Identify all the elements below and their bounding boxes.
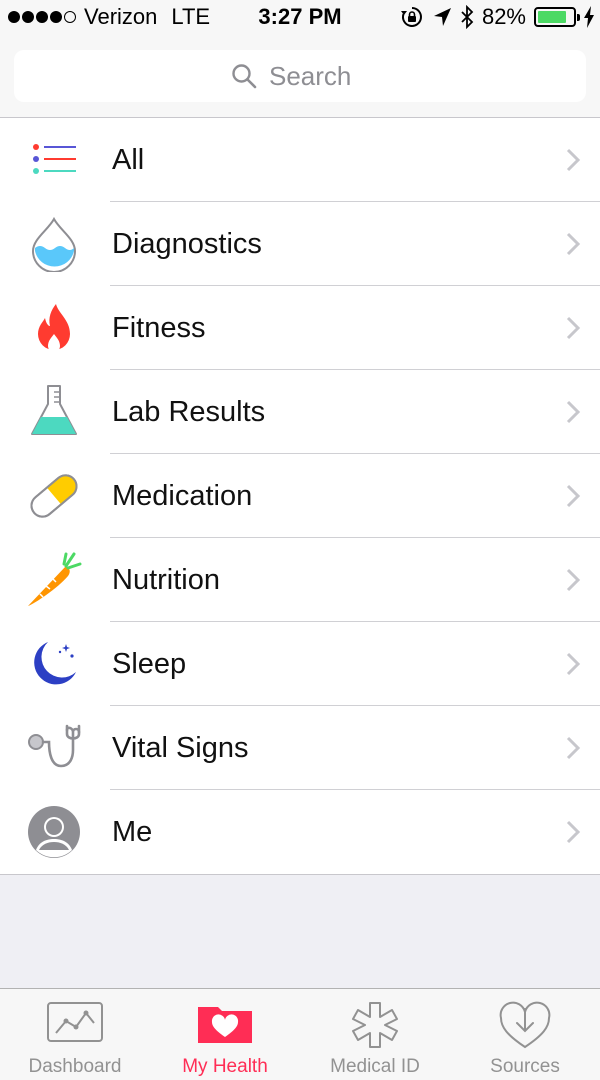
list-item-label: Medication	[112, 479, 253, 512]
chevron-right-icon	[566, 820, 581, 844]
tab-label: Sources	[490, 1056, 560, 1077]
location-icon	[433, 8, 451, 26]
chevron-right-icon	[566, 148, 581, 172]
chevron-right-icon	[566, 652, 581, 676]
flame-icon	[38, 304, 70, 352]
tab-label: Medical ID	[330, 1056, 420, 1077]
list-item-diagnostics[interactable]: Diagnostics	[0, 202, 600, 286]
search-box[interactable]	[14, 50, 586, 102]
search-icon	[232, 64, 257, 89]
rotation-lock-icon	[400, 7, 422, 27]
list-item-lab-results[interactable]: Lab Results	[0, 370, 600, 454]
status-right: 82%	[400, 4, 594, 30]
chevron-right-icon	[566, 232, 581, 256]
stethoscope-icon	[28, 724, 81, 768]
list-item-label: Sleep	[112, 647, 187, 680]
list-item-fitness[interactable]: Fitness	[0, 286, 600, 370]
list-item-vital-signs[interactable]: Vital Signs	[0, 706, 600, 790]
download-heart-icon	[499, 1001, 551, 1049]
tab-label: My Health	[182, 1056, 268, 1077]
chevron-right-icon	[566, 736, 581, 760]
moon-icon	[34, 642, 76, 685]
tab-sources[interactable]: Sources	[450, 989, 600, 1080]
list-item-label: Nutrition	[112, 563, 220, 596]
chevron-right-icon	[566, 316, 581, 340]
person-icon	[28, 806, 80, 858]
list-item-label: All	[112, 143, 145, 176]
list-item-sleep[interactable]: Sleep	[0, 622, 600, 706]
status-bar: Verizon LTE 3:27 PM 82%	[0, 0, 600, 34]
heart-folder-icon	[198, 1007, 252, 1043]
chevron-right-icon	[566, 400, 581, 424]
health-categories-list: All Diagnostics Fitness Lab Results Medi…	[0, 118, 600, 875]
asterisk-icon	[352, 1002, 398, 1048]
search-bar-area	[0, 34, 600, 118]
battery-icon	[534, 7, 580, 27]
list-item-me[interactable]: Me	[0, 790, 600, 874]
battery-percent: 82%	[481, 4, 526, 29]
charging-bolt-icon	[584, 6, 594, 28]
bluetooth-icon	[461, 5, 474, 29]
list-item-medication[interactable]: Medication	[0, 454, 600, 538]
carrot-icon	[28, 552, 82, 606]
flask-icon	[31, 385, 77, 435]
water-drop-icon	[31, 216, 77, 272]
chart-icon	[47, 1002, 103, 1042]
list-item-label: Diagnostics	[112, 227, 262, 260]
battery-fill	[538, 11, 566, 23]
health-app-screen: Verizon LTE 3:27 PM 82% Search All Diagn…	[0, 0, 600, 1080]
pill-icon	[30, 474, 78, 518]
tab-my-health[interactable]: My Health	[150, 989, 300, 1080]
tab-medical-id[interactable]: Medical ID	[300, 989, 450, 1080]
list-item-label: Lab Results	[112, 395, 266, 428]
tab-dashboard[interactable]: Dashboard	[0, 989, 150, 1080]
list-item-all[interactable]: All	[0, 118, 600, 202]
chevron-right-icon	[566, 484, 581, 508]
tab-label: Dashboard	[28, 1056, 122, 1077]
tab-bar: Dashboard My Health Medical ID Sources	[0, 988, 600, 1080]
list-item-label: Fitness	[112, 311, 206, 344]
chevron-right-icon	[566, 568, 581, 592]
list-item-label: Vital Signs	[112, 731, 249, 764]
search-input[interactable]	[269, 60, 369, 92]
list-item-label: Me	[112, 815, 153, 848]
list-icon	[33, 144, 76, 174]
list-item-nutrition[interactable]: Nutrition	[0, 538, 600, 622]
